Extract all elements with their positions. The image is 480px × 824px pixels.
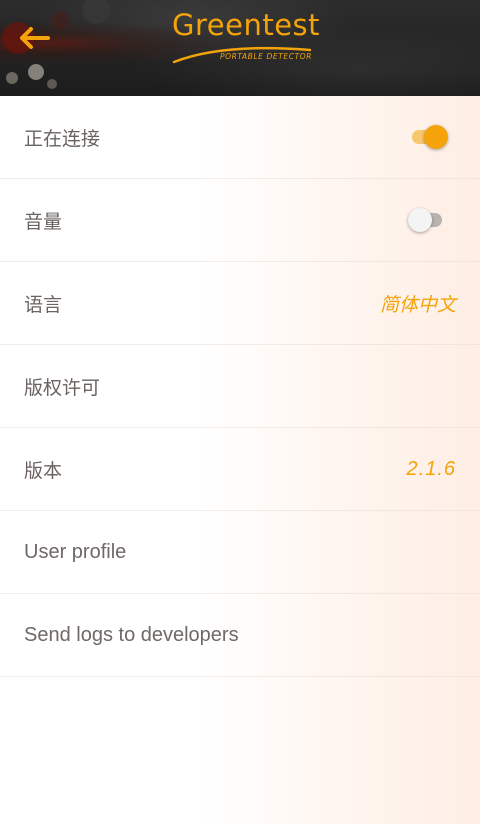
header-bar: Greentest PORTABLE DETECTOR <box>0 0 480 96</box>
settings-row-send-logs[interactable]: Send logs to developers <box>0 594 480 677</box>
arrow-left-icon <box>20 27 50 49</box>
user-profile-label: User profile <box>24 540 127 563</box>
app-logo: Greentest PORTABLE DETECTOR <box>170 6 320 68</box>
version-label: 版本 <box>24 459 63 482</box>
settings-row-connecting: 正在连接 <box>0 96 480 179</box>
settings-row-volume: 音量 <box>0 179 480 262</box>
volume-toggle-knob <box>408 208 432 232</box>
settings-list: 正在连接 音量 语言 简体中文 版权许可 版本 2.1.6 User profi… <box>0 96 480 677</box>
language-label: 语言 <box>24 293 63 316</box>
settings-row-version: 版本 2.1.6 <box>0 428 480 511</box>
volume-toggle[interactable] <box>408 206 450 234</box>
connecting-toggle[interactable] <box>408 123 450 151</box>
settings-row-user-profile[interactable]: User profile <box>0 511 480 594</box>
logo-swoosh-icon <box>172 46 312 64</box>
connecting-label: 正在连接 <box>24 127 101 150</box>
send-logs-label: Send logs to developers <box>24 623 239 646</box>
settings-row-license[interactable]: 版权许可 <box>0 345 480 428</box>
volume-label: 音量 <box>24 210 63 233</box>
logo-subtitle: PORTABLE DETECTOR <box>220 52 313 61</box>
connecting-toggle-knob <box>424 125 448 149</box>
settings-row-language[interactable]: 语言 简体中文 <box>0 262 480 345</box>
back-button[interactable] <box>14 20 54 56</box>
language-value[interactable]: 简体中文 <box>380 290 456 317</box>
license-label: 版权许可 <box>24 376 101 399</box>
version-value: 2.1.6 <box>406 457 456 480</box>
